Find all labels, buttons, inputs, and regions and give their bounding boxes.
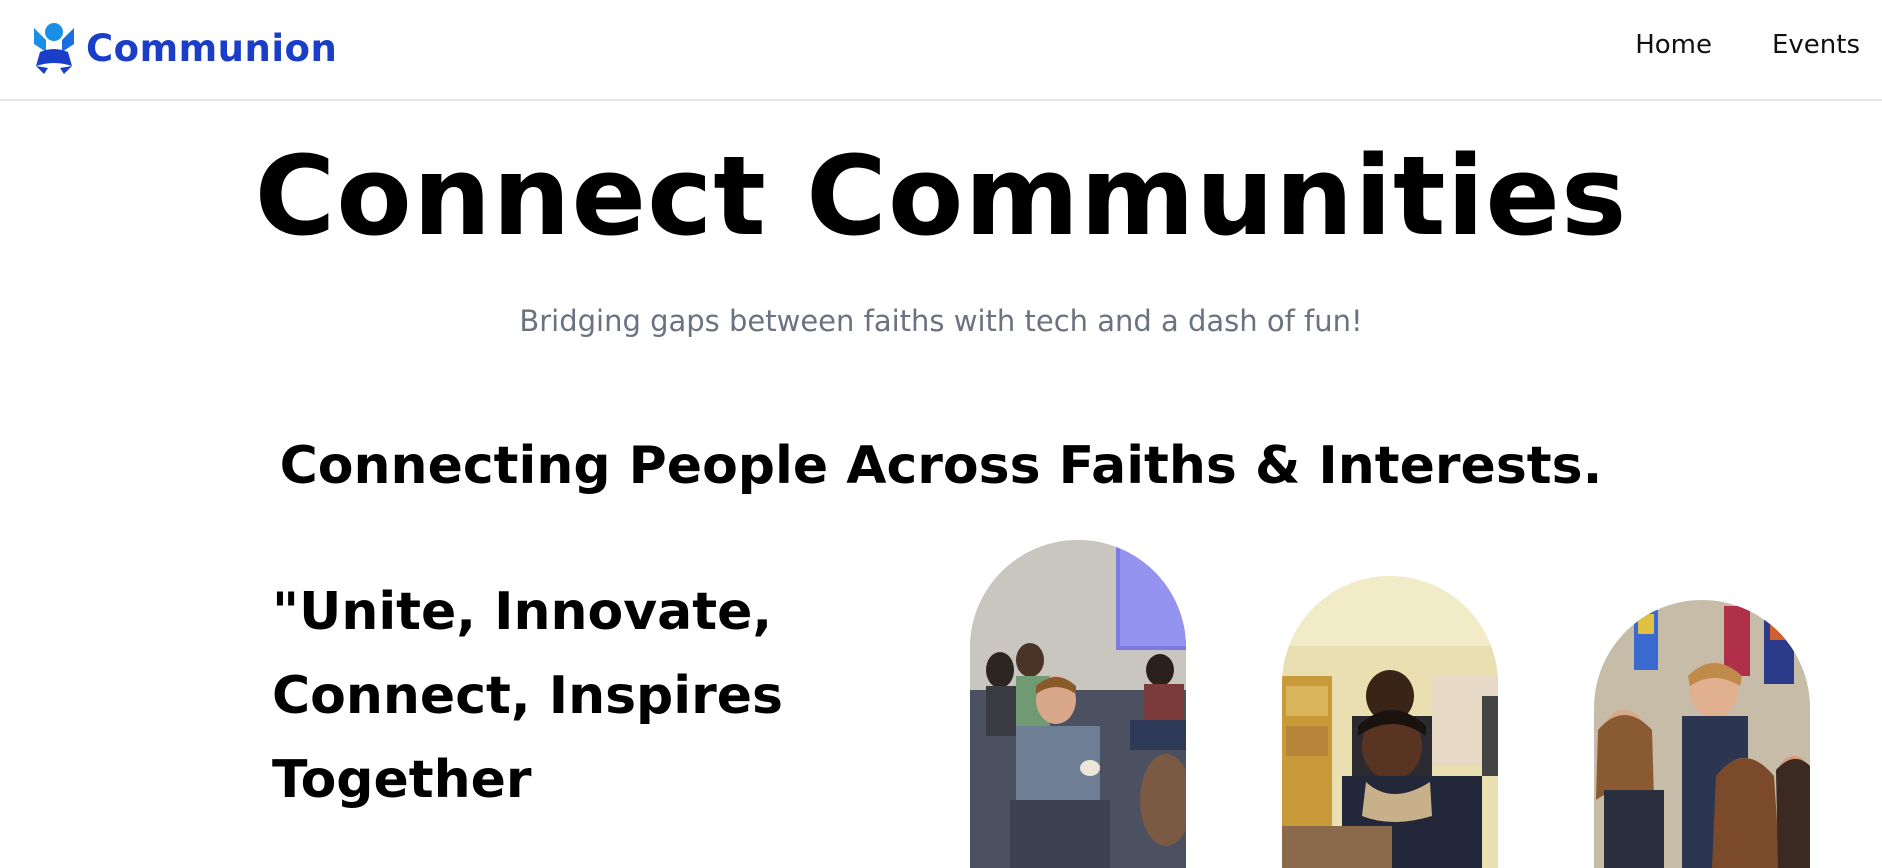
nav-events-link[interactable]: Events [1772, 30, 1860, 60]
group-discussion-photo [970, 540, 1186, 868]
section-title: Connecting People Across Faiths & Intere… [279, 436, 1603, 496]
hero-title: Connect Communities [254, 132, 1628, 260]
worship-gathering-photo [1594, 600, 1810, 868]
nav-home-link[interactable]: Home [1635, 30, 1712, 60]
communion-logo-icon [34, 23, 74, 74]
brand-link[interactable]: Communion [32, 22, 337, 74]
navbar: Communion Home Events [0, 0, 1882, 101]
quote-text: "Unite, Innovate, Connect, Inspires Toge… [272, 582, 783, 810]
hero-subtitle: Bridging gaps between faiths with tech a… [519, 304, 1363, 338]
nav-links: Home Events [1635, 30, 1860, 60]
brand-name: Communion [86, 26, 338, 70]
students-table-photo [1282, 576, 1498, 868]
